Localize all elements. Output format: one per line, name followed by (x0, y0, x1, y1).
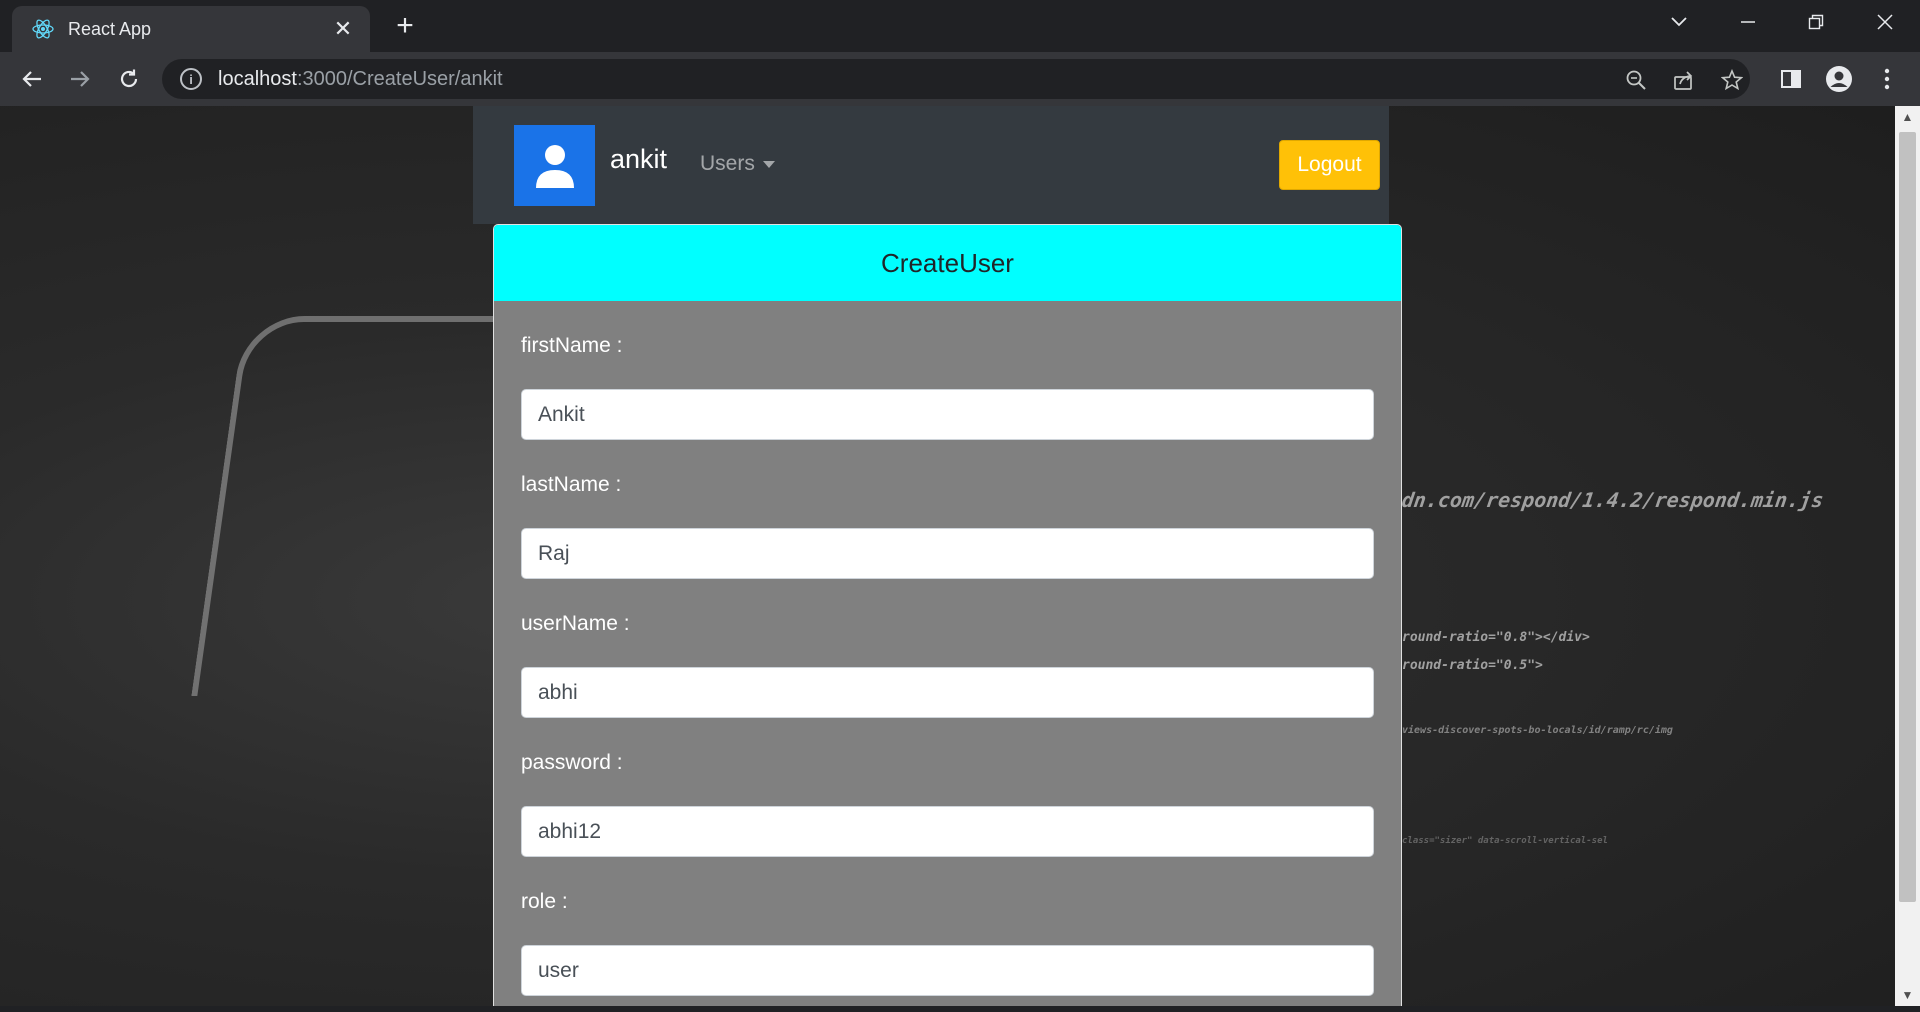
first-name-label: firstName : (521, 334, 623, 357)
background-code-line: class="sizer" data-scroll-vertical-sel (1402, 836, 1608, 846)
avatar[interactable] (514, 125, 595, 206)
first-name-input[interactable] (521, 389, 1374, 440)
address-bar[interactable]: i localhost:3000/CreateUser/ankit (162, 59, 1750, 99)
zoom-icon[interactable] (1622, 66, 1650, 94)
page-scrollbar[interactable]: ▲ ▼ (1895, 106, 1920, 1006)
close-window-icon[interactable] (1867, 8, 1903, 36)
scrollbar-thumb[interactable] (1899, 132, 1916, 902)
user-icon (535, 144, 574, 188)
site-info-icon[interactable]: i (180, 68, 202, 90)
restore-icon[interactable] (1798, 8, 1834, 36)
reload-icon[interactable] (113, 63, 145, 95)
navbar-username[interactable]: ankit (610, 144, 667, 175)
page-viewport: dn.com/respond/1.4.2/respond.min.js roun… (0, 106, 1895, 1006)
browser-toolbar: i localhost:3000/CreateUser/ankit (0, 52, 1920, 106)
bookmark-star-icon[interactable] (1718, 66, 1746, 94)
app-navbar: ankit Users Logout (473, 106, 1389, 224)
background-code-line: dn.com/respond/1.4.2/respond.min.js (1400, 488, 1826, 512)
close-tab-icon[interactable]: ✕ (330, 16, 356, 42)
forward-arrow-icon[interactable] (64, 63, 96, 95)
minimize-icon[interactable] (1730, 8, 1766, 36)
new-tab-icon[interactable]: + (390, 9, 420, 42)
background-code-line: round-ratio="0.5"> (1402, 658, 1543, 673)
last-name-label: lastName : (521, 473, 622, 496)
create-user-card: CreateUser firstName : lastName : userNa… (493, 224, 1402, 1006)
background-code-line: views-discover-spots-bo-locals/id/ramp/r… (1402, 725, 1673, 736)
tab-strip: React App ✕ + (0, 0, 1920, 52)
browser-tab[interactable]: React App ✕ (12, 6, 370, 52)
users-dropdown[interactable]: Users (700, 152, 775, 176)
password-label: password : (521, 751, 623, 774)
username-label: userName : (521, 612, 630, 635)
side-panel-icon[interactable] (1777, 65, 1805, 93)
card-title: CreateUser (494, 225, 1401, 301)
scroll-down-arrow-icon[interactable]: ▼ (1895, 984, 1920, 1006)
password-input[interactable] (521, 806, 1374, 857)
url-text: localhost:3000/CreateUser/ankit (218, 67, 503, 90)
react-logo-icon (30, 16, 56, 42)
last-name-input[interactable] (521, 528, 1374, 579)
menu-kebab-icon[interactable] (1873, 65, 1901, 93)
username-input[interactable] (521, 667, 1374, 718)
role-label: role : (521, 890, 568, 913)
share-icon[interactable] (1670, 66, 1698, 94)
back-arrow-icon[interactable] (16, 63, 48, 95)
create-user-form: firstName : lastName : userName : passwo… (494, 301, 1401, 996)
tab-search-icon[interactable] (1661, 8, 1697, 36)
role-input[interactable] (521, 945, 1374, 996)
tab-title: React App (68, 18, 152, 39)
logout-button[interactable]: Logout (1279, 140, 1380, 190)
caret-down-icon (762, 160, 775, 168)
scroll-up-arrow-icon[interactable]: ▲ (1895, 106, 1920, 128)
background-code-line: round-ratio="0.8"></div> (1402, 630, 1590, 645)
window-bottom-edge (0, 1006, 1920, 1012)
profile-icon[interactable] (1825, 65, 1853, 93)
